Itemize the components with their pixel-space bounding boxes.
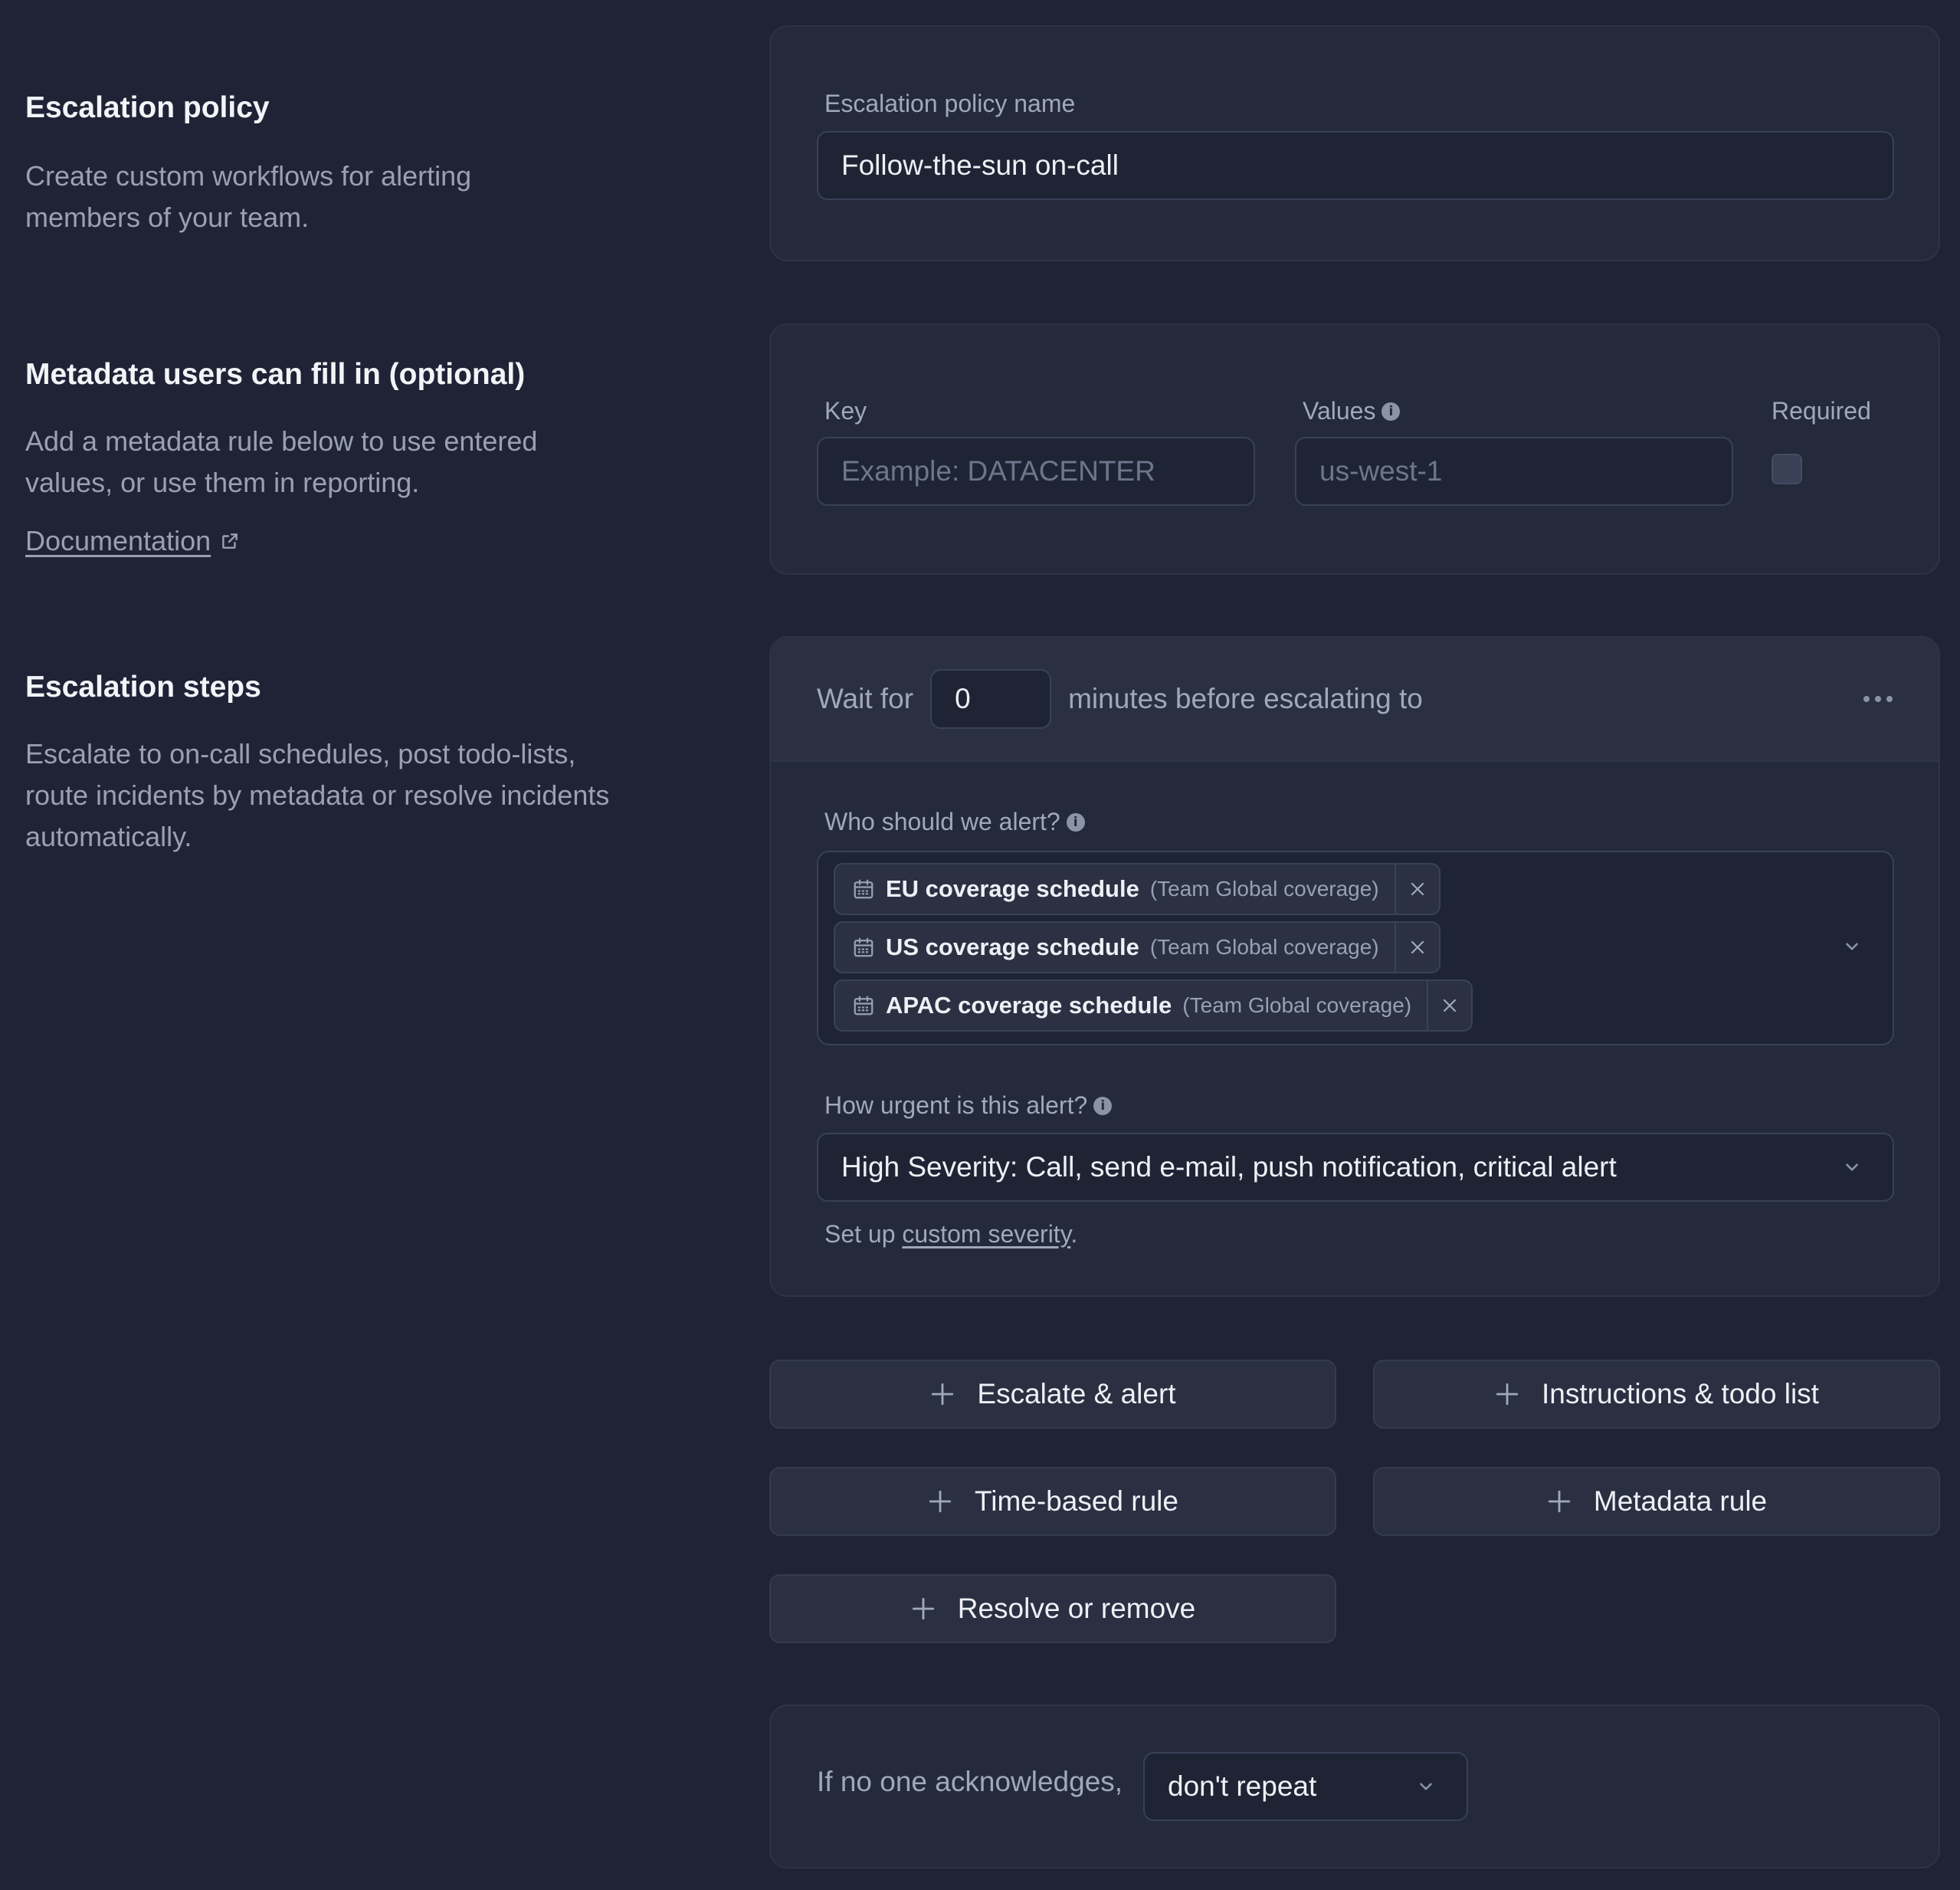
alert-target-name: US coverage schedule	[886, 934, 1139, 960]
policy-name-card: Escalation policy name Follow-the-sun on…	[769, 25, 1940, 261]
custom-severity-link[interactable]: custom severity	[902, 1220, 1070, 1248]
remove-target-button[interactable]	[1427, 981, 1471, 1030]
who-label: Who should we alert?	[824, 808, 1060, 835]
documentation-link-label: Documentation	[25, 524, 211, 556]
documentation-link[interactable]: Documentation	[25, 525, 240, 557]
urgency-select[interactable]: High Severity: Call, send e-mail, push n…	[817, 1133, 1894, 1202]
alert-target-row: APAC coverage schedule (Team Global cove…	[834, 976, 1877, 1035]
remove-target-button[interactable]	[1394, 865, 1439, 914]
metadata-info: Metadata users can fill in (optional) Ad…	[25, 357, 638, 557]
wait-suffix: minutes before escalating to	[1068, 683, 1423, 714]
plus-icon	[929, 1490, 952, 1513]
add-metadata-rule-button[interactable]: Metadata rule	[1373, 1467, 1940, 1536]
repeat-select[interactable]: don't repeat	[1143, 1752, 1468, 1821]
steps-description: Escalate to on-call schedules, post todo…	[25, 737, 610, 852]
close-icon	[1411, 940, 1424, 954]
alert-target-chip-body: US coverage schedule (Team Global covera…	[835, 923, 1395, 972]
calendar-icon	[854, 996, 873, 1016]
alert-target-name: EU coverage schedule	[886, 875, 1139, 902]
escalation-step-card: Wait for 0 minutes before escalating to …	[769, 636, 1940, 1297]
close-icon	[1444, 999, 1457, 1012]
metadata-rule-label: Metadata rule	[1593, 1485, 1768, 1517]
alert-target-row: US coverage schedule (Team Global covera…	[834, 918, 1877, 976]
add-escalate-alert-button[interactable]: Escalate & alert	[769, 1360, 1336, 1429]
plus-icon	[1548, 1490, 1571, 1513]
time-based-rule-label: Time-based rule	[975, 1485, 1178, 1517]
info-icon[interactable]: i	[1382, 402, 1401, 421]
alert-target-chip-body: APAC coverage schedule (Team Global cove…	[835, 981, 1427, 1030]
alert-target-team: (Team Global coverage)	[1182, 993, 1412, 1017]
values-label-row: Values i	[1303, 397, 1401, 425]
values-label: Values	[1303, 397, 1376, 425]
escalation-policy-page: Escalation policy Create custom workflow…	[0, 0, 1960, 1890]
alert-target-chip: US coverage schedule (Team Global covera…	[834, 921, 1441, 973]
alert-targets-select[interactable]: EU coverage schedule (Team Global covera…	[817, 851, 1894, 1045]
urgency-value: High Severity: Call, send e-mail, push n…	[841, 1151, 1617, 1183]
info-icon[interactable]: i	[1093, 1096, 1113, 1115]
remove-target-button[interactable]	[1394, 923, 1439, 972]
policy-name-label: Escalation policy name	[824, 90, 1076, 117]
repeat-prefix: If no one acknowledges,	[817, 1766, 1123, 1797]
steps-title: Escalation steps	[25, 671, 261, 704]
setup-suffix: .	[1070, 1220, 1078, 1248]
alert-target-row: EU coverage schedule (Team Global covera…	[834, 860, 1877, 918]
add-instructions-todo-button[interactable]: Instructions & todo list	[1373, 1360, 1940, 1429]
repeat-value: don't repeat	[1168, 1770, 1317, 1802]
custom-severity-hint: Set up custom severity.	[824, 1220, 1077, 1249]
external-link-icon	[222, 533, 238, 549]
resolve-remove-label: Resolve or remove	[957, 1593, 1196, 1624]
alert-target-chip: EU coverage schedule (Team Global covera…	[834, 863, 1441, 915]
more-options-icon[interactable]	[1863, 696, 1893, 702]
policy-description: Create custom workflows for alerting mem…	[25, 159, 472, 233]
chevron-down-icon	[1420, 1783, 1432, 1790]
plus-icon	[912, 1597, 934, 1620]
close-icon	[1411, 882, 1424, 896]
urgency-label-row: How urgent is this alert? i	[824, 1091, 1113, 1120]
repeat-card: If no one acknowledges, don't repeat	[769, 1705, 1940, 1869]
add-resolve-remove-button[interactable]: Resolve or remove	[769, 1574, 1336, 1643]
key-label: Key	[824, 397, 867, 425]
required-checkbox[interactable]	[1772, 454, 1802, 484]
urgency-label: How urgent is this alert?	[824, 1091, 1088, 1119]
alert-target-chips: EU coverage schedule (Team Global covera…	[834, 860, 1877, 1035]
alert-target-chip-body: EU coverage schedule (Team Global covera…	[835, 865, 1395, 914]
metadata-description: Add a metadata rule below to use entered…	[25, 425, 538, 498]
values-input[interactable]: us-west-1	[1295, 437, 1733, 506]
calendar-icon	[854, 937, 873, 957]
info-icon[interactable]: i	[1066, 812, 1085, 832]
alert-target-team: (Team Global coverage)	[1149, 935, 1379, 959]
escalate-alert-label: Escalate & alert	[977, 1378, 1176, 1409]
who-label-row: Who should we alert? i	[824, 808, 1085, 836]
steps-info: Escalation steps Escalate to on-call sch…	[25, 670, 638, 858]
wait-prefix: Wait for	[817, 683, 914, 714]
step-header: Wait for 0 minutes before escalating to	[771, 638, 1939, 762]
metadata-title: Metadata users can fill in (optional)	[25, 358, 526, 391]
plus-icon	[932, 1383, 954, 1406]
policy-title: Escalation policy	[25, 91, 270, 124]
alert-target-name: APAC coverage schedule	[886, 992, 1172, 1019]
alert-target-team: (Team Global coverage)	[1149, 877, 1379, 901]
instructions-todo-label: Instructions & todo list	[1542, 1378, 1819, 1409]
policy-name-input[interactable]: Follow-the-sun on-call	[817, 131, 1894, 200]
required-label: Required	[1772, 397, 1871, 425]
metadata-card: Key Example: DATACENTER Values i us-west…	[769, 323, 1940, 575]
add-time-based-rule-button[interactable]: Time-based rule	[769, 1467, 1336, 1536]
plus-icon	[1496, 1383, 1519, 1406]
alert-target-chip: APAC coverage schedule (Team Global cove…	[834, 979, 1473, 1032]
calendar-icon	[854, 879, 873, 899]
policy-info: Escalation policy Create custom workflow…	[25, 90, 638, 238]
chevron-down-icon[interactable]	[1842, 937, 1862, 956]
setup-prefix: Set up	[824, 1220, 896, 1248]
wait-minutes-input[interactable]: 0	[930, 669, 1052, 729]
chevron-down-icon	[1846, 1163, 1858, 1171]
key-input[interactable]: Example: DATACENTER	[817, 437, 1255, 506]
